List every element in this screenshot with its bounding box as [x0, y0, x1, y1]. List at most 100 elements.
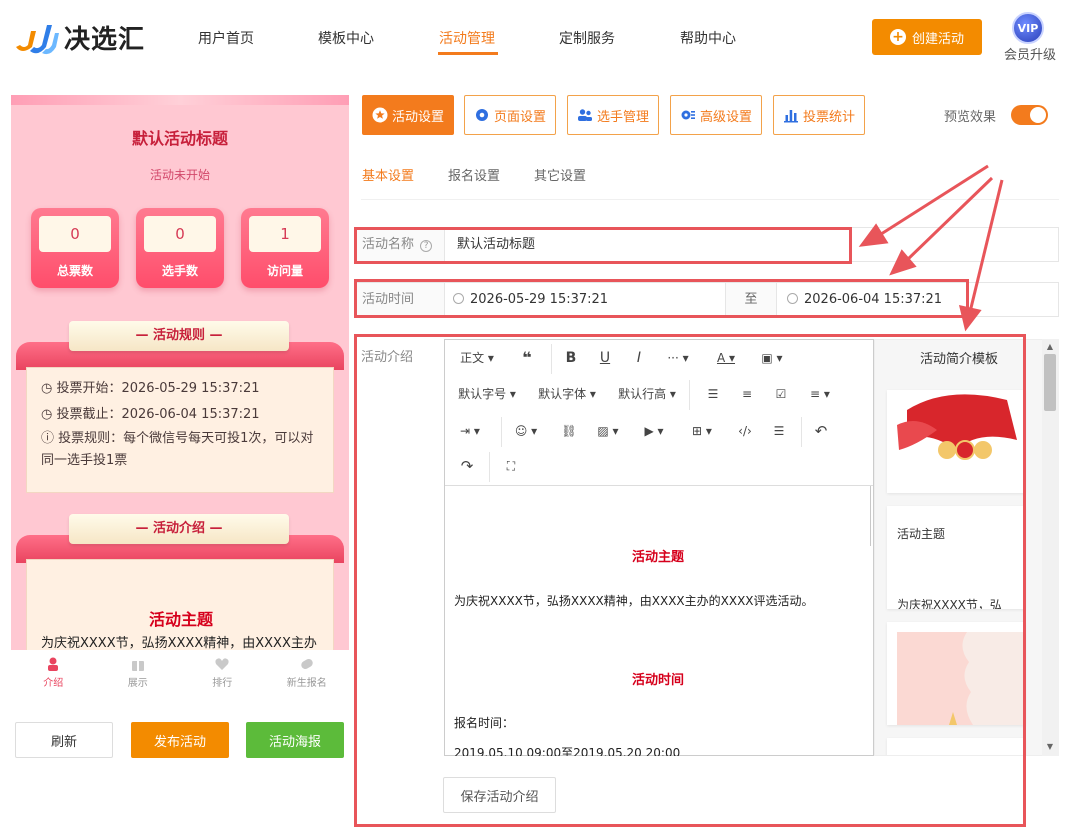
- editor-toolbar: 正文 ▾ ❝ B U I ··· ▾ A ▾ ▣ ▾ 默认字号 ▾ 默认字体 ▾…: [445, 340, 873, 486]
- link-icon[interactable]: ⛓: [557, 419, 581, 443]
- vip-icon[interactable]: VIP: [1012, 12, 1044, 44]
- tab-signup-settings[interactable]: 报名设置: [448, 165, 500, 184]
- save-intro-button[interactable]: 保存活动介绍: [443, 777, 556, 813]
- activity-time-row: 活动时间 2026-05-29 15:37:21 至 2026-06-04 15…: [354, 282, 1059, 317]
- template-card[interactable]: [887, 738, 1025, 755]
- quote-icon[interactable]: ❝: [515, 346, 539, 370]
- toolbar-divider: [489, 452, 490, 482]
- intro-subject-heading: 活动主题: [148, 610, 213, 629]
- font-size-select[interactable]: 默认字号 ▾: [455, 382, 519, 406]
- end-time-input[interactable]: 2026-06-04 15:37:21: [787, 283, 1047, 316]
- vip-upgrade-link[interactable]: 会员升级: [1004, 44, 1056, 63]
- template-thumbnail-image: [887, 390, 1025, 493]
- content-paragraph: 报名时间：: [454, 716, 515, 730]
- preview-effect-toggle[interactable]: [1011, 105, 1048, 125]
- preview-tab-signup[interactable]: 新生报名: [265, 650, 350, 695]
- preview-title: 默认活动标题: [131, 129, 228, 148]
- stat-card-visits: 1 访问量: [241, 208, 329, 288]
- image-icon[interactable]: ▨ ▾: [593, 419, 623, 443]
- publish-activity-button[interactable]: 发布活动: [131, 722, 229, 758]
- page-settings-button[interactable]: 页面设置: [464, 95, 556, 135]
- italic-icon[interactable]: I: [627, 346, 651, 370]
- activity-name-row: 活动名称 ? 默认活动标题: [354, 227, 1059, 262]
- tag-icon: [301, 658, 313, 669]
- divider-line-icon[interactable]: ☰: [767, 419, 791, 443]
- underline-icon[interactable]: U: [593, 346, 617, 370]
- scroll-up-arrow-icon[interactable]: ▲: [1044, 342, 1056, 352]
- table-icon[interactable]: ⊞ ▾: [687, 419, 717, 443]
- stat-value: 0: [39, 216, 111, 252]
- paragraph-format-select[interactable]: 正文 ▾: [457, 346, 497, 370]
- stat-label: 访问量: [266, 264, 303, 278]
- heart-icon: [215, 657, 229, 670]
- plus-icon: +: [889, 29, 906, 45]
- top-header: 决选汇 用户首页 模板中心 活动管理 定制服务 帮助中心 + 创建活动 VIP …: [0, 0, 1081, 80]
- clock-icon: ◷: [41, 381, 57, 396]
- help-icon[interactable]: ?: [420, 240, 433, 252]
- tab-other-settings[interactable]: 其它设置: [534, 165, 586, 184]
- code-icon[interactable]: ‹/›: [733, 419, 757, 443]
- rules-box: ◷ 投票开始：2026-05-29 15:37:21 ◷ 投票截止：2026-0…: [26, 367, 334, 493]
- stat-label: 选手数: [161, 264, 198, 278]
- template-scrollbar-thumb[interactable]: [1044, 354, 1056, 411]
- editor-content[interactable]: 活动主题 为庆祝XXXX节，弘扬XXXX精神，由XXXX主办的XXXX评选活动。…: [445, 486, 871, 756]
- vote-statistics-button[interactable]: 投票统计: [773, 95, 865, 135]
- nav-active-indicator: [438, 52, 498, 55]
- template-card[interactable]: 活动主题 为庆祝XXXX节，弘: [887, 506, 1025, 609]
- nav-help-center[interactable]: 帮助中心: [680, 28, 736, 48]
- editor-scrollbar[interactable]: [870, 486, 871, 546]
- fullscreen-icon[interactable]: ⛶: [499, 454, 523, 478]
- nav-custom-service[interactable]: 定制服务: [559, 28, 615, 48]
- rich-text-editor[interactable]: 正文 ▾ ❝ B U I ··· ▾ A ▾ ▣ ▾ 默认字号 ▾ 默认字体 ▾…: [444, 339, 874, 756]
- clock-icon: ◷: [41, 407, 57, 422]
- logo[interactable]: 决选汇: [12, 16, 152, 58]
- toolbar-divider: [551, 344, 552, 374]
- bullet-list-icon[interactable]: ☰: [701, 382, 725, 406]
- background-color-icon[interactable]: ▣ ▾: [757, 346, 787, 370]
- redo-icon[interactable]: ↷: [455, 454, 479, 478]
- preview-tab-ranking[interactable]: 排行: [180, 650, 265, 695]
- template-card-title: 活动主题: [897, 527, 946, 541]
- activity-settings-button[interactable]: 活动设置: [362, 95, 454, 135]
- activity-poster-button[interactable]: 活动海报: [246, 722, 344, 758]
- advanced-settings-button[interactable]: 高级设置: [670, 95, 762, 135]
- more-options-icon[interactable]: ··· ▾: [663, 346, 693, 370]
- activity-time-label: 活动时间: [355, 283, 445, 316]
- numbered-list-icon[interactable]: ≡: [735, 382, 759, 406]
- info-icon: ⓘ: [41, 431, 59, 446]
- stat-card-total-votes: 0 总票数: [31, 208, 119, 288]
- tab-basic-settings[interactable]: 基本设置: [362, 165, 414, 184]
- activity-name-input[interactable]: 默认活动标题: [457, 228, 535, 261]
- bold-icon[interactable]: B: [559, 346, 583, 370]
- activity-intro-label: 活动介绍: [361, 350, 414, 365]
- indent-icon[interactable]: ⇥ ▾: [455, 419, 485, 443]
- font-color-icon[interactable]: A ▾: [711, 346, 741, 370]
- stat-value: 1: [249, 216, 321, 252]
- create-activity-label: 创建活动: [911, 31, 964, 47]
- toggle-knob: [1030, 107, 1046, 123]
- nav-user-home[interactable]: 用户首页: [198, 28, 254, 48]
- template-card[interactable]: [887, 390, 1025, 493]
- template-card-text: 为庆祝XXXX节，弘: [897, 598, 1002, 609]
- template-card[interactable]: [887, 622, 1025, 725]
- video-icon[interactable]: ▶ ▾: [639, 419, 669, 443]
- toolbar-divider: [501, 417, 502, 447]
- undo-icon[interactable]: ↶: [809, 419, 833, 443]
- stat-value: 0: [144, 216, 216, 252]
- font-family-select[interactable]: 默认字体 ▾: [535, 382, 599, 406]
- line-height-select[interactable]: 默认行高 ▾: [615, 382, 679, 406]
- start-time-input[interactable]: 2026-05-29 15:37:21: [453, 283, 725, 316]
- align-icon[interactable]: ≡ ▾: [805, 382, 835, 406]
- emoji-icon[interactable]: ☺ ▾: [511, 419, 541, 443]
- refresh-button[interactable]: 刷新: [15, 722, 113, 758]
- template-panel-title: 活动简介模板: [919, 352, 998, 367]
- preview-tab-display[interactable]: 展示: [96, 650, 181, 695]
- nav-template-center[interactable]: 模板中心: [318, 28, 374, 48]
- create-activity-button[interactable]: + 创建活动: [872, 19, 982, 55]
- nav-activity-management[interactable]: 活动管理: [439, 28, 495, 48]
- contestant-management-button[interactable]: 选手管理: [567, 95, 659, 135]
- advanced-icon: [681, 110, 695, 120]
- scroll-down-arrow-icon[interactable]: ▼: [1044, 742, 1056, 752]
- preview-tab-intro[interactable]: 介绍: [11, 650, 96, 695]
- todo-checkbox-icon[interactable]: ☑: [769, 382, 793, 406]
